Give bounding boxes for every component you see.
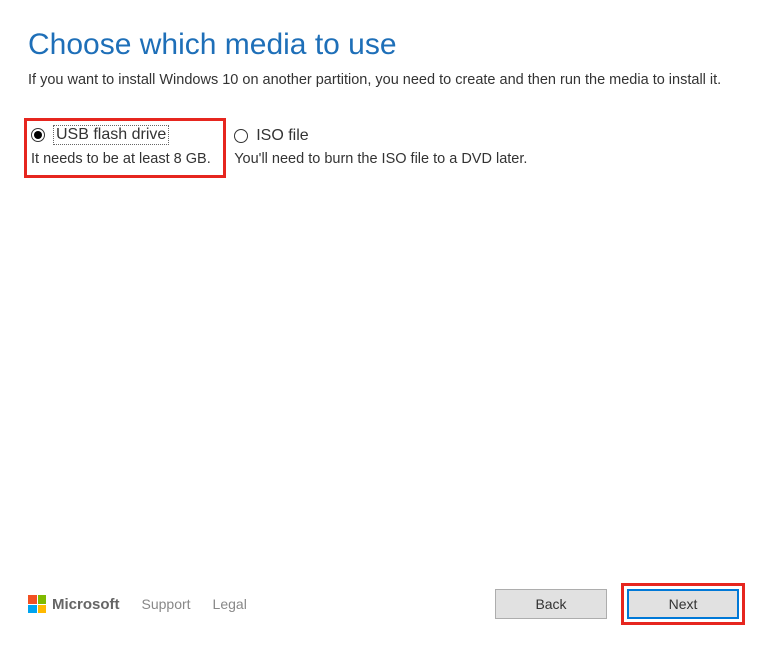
microsoft-text: Microsoft — [52, 596, 120, 613]
radio-selected-icon — [31, 128, 45, 142]
page-title: Choose which media to use — [0, 0, 773, 70]
option-usb-highlight: USB flash drive It needs to be at least … — [24, 118, 226, 178]
option-desc-iso: You'll need to burn the ISO file to a DV… — [234, 151, 527, 167]
option-iso-file[interactable]: ISO file — [234, 127, 527, 145]
radio-unselected-icon — [234, 129, 248, 143]
back-button[interactable]: Back — [495, 589, 607, 619]
footer: Microsoft Support Legal Back Next — [0, 583, 773, 625]
support-link[interactable]: Support — [142, 596, 191, 612]
option-label-usb: USB flash drive — [53, 125, 169, 145]
option-desc-usb: It needs to be at least 8 GB. — [31, 151, 211, 167]
next-button[interactable]: Next — [627, 589, 739, 619]
footer-right: Back Next — [495, 583, 745, 625]
page-subtitle: If you want to install Windows 10 on ano… — [0, 70, 773, 108]
next-button-highlight: Next — [621, 583, 745, 625]
option-label-iso: ISO file — [256, 127, 308, 145]
option-usb-flash-drive[interactable]: USB flash drive — [31, 125, 211, 145]
microsoft-logo-icon — [28, 595, 46, 613]
footer-left: Microsoft Support Legal — [28, 595, 247, 613]
microsoft-logo-wrap: Microsoft — [28, 595, 120, 613]
legal-link[interactable]: Legal — [213, 596, 247, 612]
